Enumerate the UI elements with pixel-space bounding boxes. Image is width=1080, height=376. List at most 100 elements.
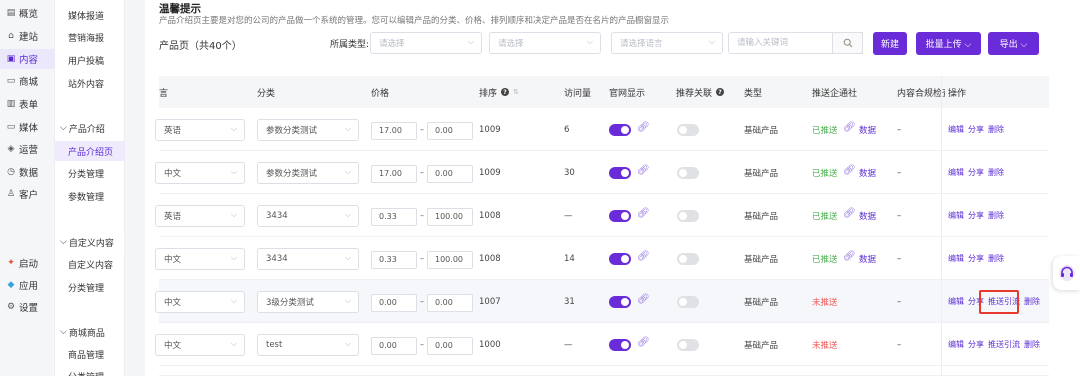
th-sort[interactable]: 排序? ⇅ (479, 76, 519, 108)
price-min-input[interactable]: 17.00 (371, 165, 417, 183)
site-show-toggle[interactable] (609, 124, 631, 136)
group-custom-content[interactable]: ⌵ 自定义内容 (55, 232, 125, 252)
price-max-input[interactable]: 0.00 (427, 337, 473, 355)
price-max-input[interactable]: 100.00 (427, 251, 473, 269)
link-icon[interactable]: 🔗︎ (843, 165, 856, 176)
sub-nav-custom-category[interactable]: 分类管理 (55, 277, 125, 297)
edit-link[interactable]: 编辑 (948, 280, 964, 323)
data-link[interactable]: 数据 (859, 108, 876, 151)
share-link[interactable]: 分享 (968, 323, 984, 366)
link-icon[interactable]: 🔗︎ (843, 208, 856, 219)
delete-link[interactable]: 删除 (988, 237, 1004, 280)
share-link[interactable]: 分享 (968, 237, 984, 280)
export-button[interactable]: 导出 ⌵ (988, 32, 1039, 55)
recommend-toggle[interactable] (677, 167, 699, 179)
recommend-toggle[interactable] (677, 339, 699, 351)
site-show-toggle[interactable] (609, 339, 631, 351)
price-min-input[interactable]: 0.33 (371, 208, 417, 226)
sub-nav-product-page[interactable]: 产品介绍页 (55, 141, 125, 161)
link-icon[interactable]: 🔗︎ (637, 165, 650, 176)
site-show-toggle[interactable] (609, 296, 631, 308)
recommend-toggle[interactable] (677, 296, 699, 308)
delete-link[interactable]: 删除 (1024, 280, 1040, 323)
sub-nav-external-content[interactable]: 站外内容 (55, 73, 125, 93)
delete-link[interactable]: 删除 (988, 194, 1004, 237)
nav-app[interactable]: ◆ 应用 (0, 275, 55, 295)
category-cell-select[interactable]: 3级分类测试 ⌵ (257, 291, 359, 313)
language-cell-select[interactable]: 中文 ⌵ (155, 162, 245, 184)
link-icon[interactable]: 🔗︎ (637, 294, 650, 305)
price-min-input[interactable]: 0.00 (371, 337, 417, 355)
price-min-input[interactable]: 0.00 (371, 294, 417, 312)
sub-nav-media-report[interactable]: 媒体报道 (55, 5, 125, 25)
new-button[interactable]: 新建 (873, 32, 907, 55)
category-cell-select[interactable]: 参数分类测试 ⌵ (257, 162, 359, 184)
price-max-input[interactable]: 0.00 (427, 165, 473, 183)
site-show-toggle[interactable] (609, 210, 631, 222)
nav-shop[interactable]: ▭ 商城 (0, 71, 55, 91)
price-max-input[interactable]: 100.00 (427, 208, 473, 226)
data-link[interactable]: 数据 (859, 237, 876, 280)
site-show-toggle[interactable] (609, 167, 631, 179)
group-mall-goods[interactable]: ⌵ 商城商品 (55, 322, 125, 342)
link-icon[interactable]: 🔗︎ (843, 122, 856, 133)
language-cell-select[interactable]: 英语 ⌵ (155, 205, 245, 227)
nav-launch[interactable]: ✦ 启动 (0, 253, 55, 273)
nav-operation[interactable]: ◈ 运营 (0, 139, 55, 159)
sub-nav-custom-content[interactable]: 自定义内容 (55, 254, 125, 274)
edit-link[interactable]: 编辑 (948, 151, 964, 194)
help-icon[interactable]: ? (501, 88, 510, 96)
nav-content[interactable]: ▣ 内容 (0, 49, 55, 69)
nav-data[interactable]: ◷ 数据 (0, 162, 55, 182)
language-cell-select[interactable]: 中文 ⌵ (155, 334, 245, 356)
group-product-intro[interactable]: ⌵ 产品介绍 (55, 118, 125, 138)
edit-link[interactable]: 编辑 (948, 323, 964, 366)
sub-nav-user-submission[interactable]: 用户投稿 (55, 50, 125, 70)
link-icon[interactable]: 🔗︎ (637, 251, 650, 262)
language-cell-select[interactable]: 中文 ⌵ (155, 248, 245, 270)
share-link[interactable]: 分享 (968, 194, 984, 237)
push-traffic-link[interactable]: 推送引流 (988, 323, 1020, 366)
type-select-2[interactable]: 请选择 ⌵ (489, 32, 601, 54)
link-icon[interactable]: 🔗︎ (637, 337, 650, 348)
data-link[interactable]: 数据 (859, 194, 876, 237)
share-link[interactable]: 分享 (968, 108, 984, 151)
delete-link[interactable]: 删除 (1024, 323, 1040, 366)
edit-link[interactable]: 编辑 (948, 108, 964, 151)
search-button[interactable] (832, 32, 863, 54)
share-link[interactable]: 分享 (968, 151, 984, 194)
sub-nav-params[interactable]: 参数管理 (55, 186, 125, 206)
nav-overview[interactable]: ▤ 概览 (0, 3, 55, 23)
edit-link[interactable]: 编辑 (948, 237, 964, 280)
sort-icon[interactable]: ⇅ (513, 88, 519, 96)
link-icon[interactable]: 🔗︎ (637, 122, 650, 133)
sub-nav-category[interactable]: 分类管理 (55, 163, 125, 183)
price-min-input[interactable]: 17.00 (371, 122, 417, 140)
sub-nav-goods-manage[interactable]: 商品管理 (55, 344, 125, 364)
nav-media[interactable]: ▭ 媒体 (0, 117, 55, 137)
link-icon[interactable]: 🔗︎ (637, 208, 650, 219)
price-max-input[interactable]: 0.00 (427, 122, 473, 140)
category-cell-select[interactable]: 参数分类测试 ⌵ (257, 119, 359, 141)
delete-link[interactable]: 删除 (988, 108, 1004, 151)
site-show-toggle[interactable] (609, 253, 631, 265)
edit-link[interactable]: 编辑 (948, 194, 964, 237)
customer-service-button[interactable] (1053, 256, 1080, 290)
price-max-input[interactable]: 0.00 (427, 294, 473, 312)
language-cell-select[interactable]: 英语 ⌵ (155, 119, 245, 141)
category-cell-select[interactable]: test ⌵ (257, 334, 359, 356)
category-cell-select[interactable]: 3434 ⌵ (257, 248, 359, 270)
nav-settings[interactable]: ⚙ 设置 (0, 297, 55, 317)
delete-link[interactable]: 删除 (988, 151, 1004, 194)
nav-customer[interactable]: ♙ 客户 (0, 184, 55, 204)
sub-nav-goods-category[interactable]: 分类管理 (55, 366, 125, 376)
category-cell-select[interactable]: 3434 ⌵ (257, 205, 359, 227)
help-icon[interactable]: ? (716, 88, 725, 96)
type-select-1[interactable]: 请选择 ⌵ (370, 32, 482, 54)
recommend-toggle[interactable] (677, 124, 699, 136)
link-icon[interactable]: 🔗︎ (843, 251, 856, 262)
recommend-toggle[interactable] (677, 210, 699, 222)
language-cell-select[interactable]: 中文 ⌵ (155, 291, 245, 313)
nav-form[interactable]: ▥ 表单 (0, 94, 55, 114)
sub-nav-marketing-poster[interactable]: 营销海报 (55, 27, 125, 47)
